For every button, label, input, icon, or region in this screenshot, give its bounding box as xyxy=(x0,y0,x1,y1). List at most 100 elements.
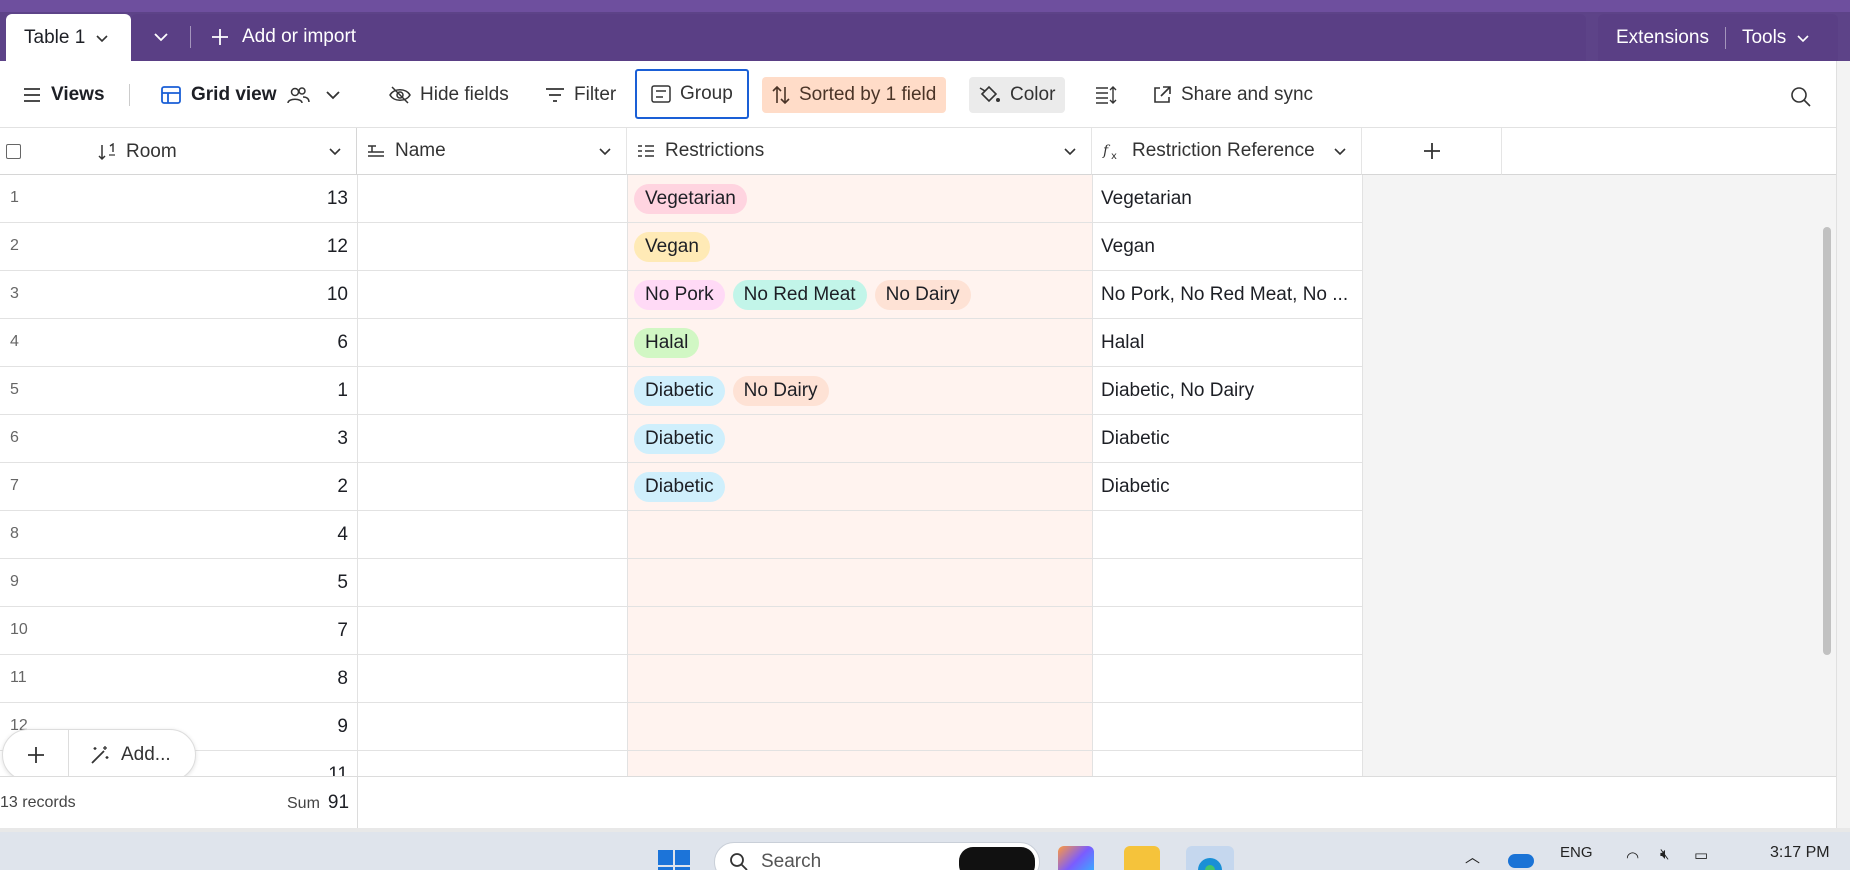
plus-icon xyxy=(1423,143,1440,159)
room-sum[interactable]: Sum 91 xyxy=(287,792,349,814)
tab-label: Table 1 xyxy=(24,26,86,48)
restriction-tag: Halal xyxy=(634,328,700,358)
views-button[interactable]: Views xyxy=(12,77,115,113)
chevron-down-icon[interactable] xyxy=(95,31,109,45)
color-button[interactable]: Color xyxy=(969,77,1066,113)
search-button[interactable] xyxy=(1780,79,1822,115)
restriction-reference-cell[interactable]: Diabetic xyxy=(1101,428,1356,450)
table-row[interactable]: 5 1 Diabetic No Dairy Diabetic, No Dairy xyxy=(0,367,1362,415)
records-grid: Room Name Restrictions fx Restriction Re… xyxy=(0,128,1836,776)
battery-icon[interactable]: ▭ xyxy=(1694,846,1708,864)
vertical-scrollbar[interactable] xyxy=(1823,227,1831,655)
row-number: 7 xyxy=(10,477,19,494)
reference-header-label: Restriction Reference xyxy=(1132,140,1315,161)
windows-start-icon[interactable] xyxy=(656,848,692,870)
restriction-tag: Vegetarian xyxy=(634,184,747,214)
wifi-icon[interactable]: ◠ xyxy=(1626,848,1639,866)
room-cell[interactable]: 11 xyxy=(200,764,348,776)
select-all-checkbox[interactable] xyxy=(6,144,21,159)
restriction-reference-cell[interactable]: No Pork, No Red Meat, No ... xyxy=(1101,284,1356,306)
language-indicator[interactable]: ENG xyxy=(1560,844,1593,861)
chevron-up-icon[interactable]: ︿ xyxy=(1465,846,1480,867)
grid-view-button[interactable]: Grid view xyxy=(150,77,351,113)
table-row[interactable]: 3 10 No Pork No Red Meat No Dairy No Pork, No… xyxy=(0,271,1362,319)
column-header-room[interactable]: Room xyxy=(0,128,357,175)
group-button[interactable]: Group xyxy=(635,69,749,119)
room-cell[interactable]: 3 xyxy=(200,428,348,450)
table-row[interactable]: 1311 xyxy=(0,751,1362,776)
formula-icon: fx xyxy=(1102,143,1117,160)
taskbar-search[interactable]: Search xyxy=(714,842,1040,870)
restriction-reference-cell[interactable]: Vegetarian xyxy=(1101,188,1356,210)
room-cell[interactable]: 5 xyxy=(200,572,348,594)
room-cell[interactable]: 6 xyxy=(200,332,348,354)
restriction-reference-cell[interactable]: Halal xyxy=(1101,332,1356,354)
restrictions-cell[interactable]: Halal xyxy=(634,328,700,358)
table-row[interactable]: 4 6 Halal Halal xyxy=(0,319,1362,367)
filter-button[interactable]: Filter xyxy=(535,77,626,113)
chevron-down-icon[interactable] xyxy=(1333,144,1347,158)
copilot-icon[interactable] xyxy=(1058,846,1094,870)
hide-fields-button[interactable]: Hide fields xyxy=(379,77,519,113)
divider xyxy=(357,777,358,829)
room-cell[interactable]: 8 xyxy=(200,668,348,690)
onedrive-icon[interactable] xyxy=(1508,854,1534,868)
add-or-import-button[interactable]: Add or import xyxy=(210,18,356,56)
tab-table-1[interactable]: Table 1 xyxy=(6,14,131,61)
table-row[interactable]: 12 9 xyxy=(0,703,1362,751)
chevron-down-icon[interactable] xyxy=(328,144,342,158)
table-row[interactable]: 6 3 Diabetic Diabetic xyxy=(0,415,1362,463)
table-row[interactable]: 11 8 xyxy=(0,655,1362,703)
file-explorer-icon[interactable] xyxy=(1124,846,1160,870)
restrictions-cell[interactable]: Vegetarian xyxy=(634,184,747,214)
restriction-reference-cell[interactable]: Diabetic xyxy=(1101,476,1356,498)
all-tables-button[interactable] xyxy=(146,20,176,54)
column-header-name[interactable]: Name xyxy=(357,128,627,175)
clock[interactable]: 3:17 PM xyxy=(1770,844,1830,862)
edge-browser-icon[interactable] xyxy=(1186,846,1234,870)
restriction-reference-cell[interactable]: Diabetic, No Dairy xyxy=(1101,380,1356,402)
column-header-restrictions[interactable]: Restrictions xyxy=(627,128,1092,175)
sort-button[interactable]: Sorted by 1 field xyxy=(762,77,947,113)
chevron-down-icon[interactable] xyxy=(598,144,612,158)
row-height-button[interactable] xyxy=(1085,77,1127,113)
empty-grid-area xyxy=(1362,175,1836,776)
row-number: 10 xyxy=(10,621,28,638)
restrictions-cell[interactable]: Diabetic No Dairy xyxy=(634,376,829,406)
restriction-reference-cell[interactable]: Vegan xyxy=(1101,236,1356,258)
table-row[interactable]: 84 xyxy=(0,511,1362,559)
restrictions-cell[interactable]: Vegan xyxy=(634,232,710,262)
table-row[interactable]: 7 2 Diabetic Diabetic xyxy=(0,463,1362,511)
restrictions-cell[interactable]: Diabetic xyxy=(634,472,725,502)
table-row[interactable]: 2 12 Vegan Vegan xyxy=(0,223,1362,271)
room-cell[interactable]: 4 xyxy=(200,524,348,546)
room-cell[interactable]: 2 xyxy=(200,476,348,498)
add-import-label: Add or import xyxy=(242,26,357,47)
extensions-button[interactable]: Extensions xyxy=(1616,27,1709,49)
room-cell[interactable]: 1 xyxy=(200,380,348,402)
tools-button[interactable]: Tools xyxy=(1742,27,1810,49)
chevron-down-icon[interactable] xyxy=(1063,144,1077,158)
restrictions-cell[interactable]: No Pork No Red Meat No Dairy xyxy=(634,280,971,310)
share-sync-button[interactable]: Share and sync xyxy=(1142,77,1323,113)
column-header-restriction-reference[interactable]: fx Restriction Reference xyxy=(1092,128,1362,175)
group-icon xyxy=(651,85,671,103)
chevron-down-icon[interactable] xyxy=(325,87,341,103)
room-cell[interactable]: 12 xyxy=(200,236,348,258)
divider xyxy=(190,26,191,48)
ai-add-button[interactable]: Add... xyxy=(69,744,171,766)
restrictions-cell[interactable]: Diabetic xyxy=(634,424,725,454)
table-row[interactable]: 95 xyxy=(0,559,1362,607)
room-cell[interactable]: 7 xyxy=(200,620,348,642)
room-cell[interactable]: 9 xyxy=(200,716,348,738)
table-row[interactable]: 10 7 xyxy=(0,607,1362,655)
tools-label: Tools xyxy=(1741,26,1787,48)
view-toolbar: Views Grid view Hide fields Filter Group… xyxy=(0,61,1836,128)
volume-muted-icon[interactable]: 🔇︎ xyxy=(1660,846,1669,863)
room-cell[interactable]: 10 xyxy=(200,284,348,306)
add-field-button[interactable] xyxy=(1362,128,1502,175)
search-icon xyxy=(1791,87,1811,107)
room-cell[interactable]: 13 xyxy=(200,188,348,210)
add-record-button[interactable] xyxy=(3,730,69,780)
table-row[interactable]: 1 13 Vegetarian Vegetarian xyxy=(0,175,1362,223)
